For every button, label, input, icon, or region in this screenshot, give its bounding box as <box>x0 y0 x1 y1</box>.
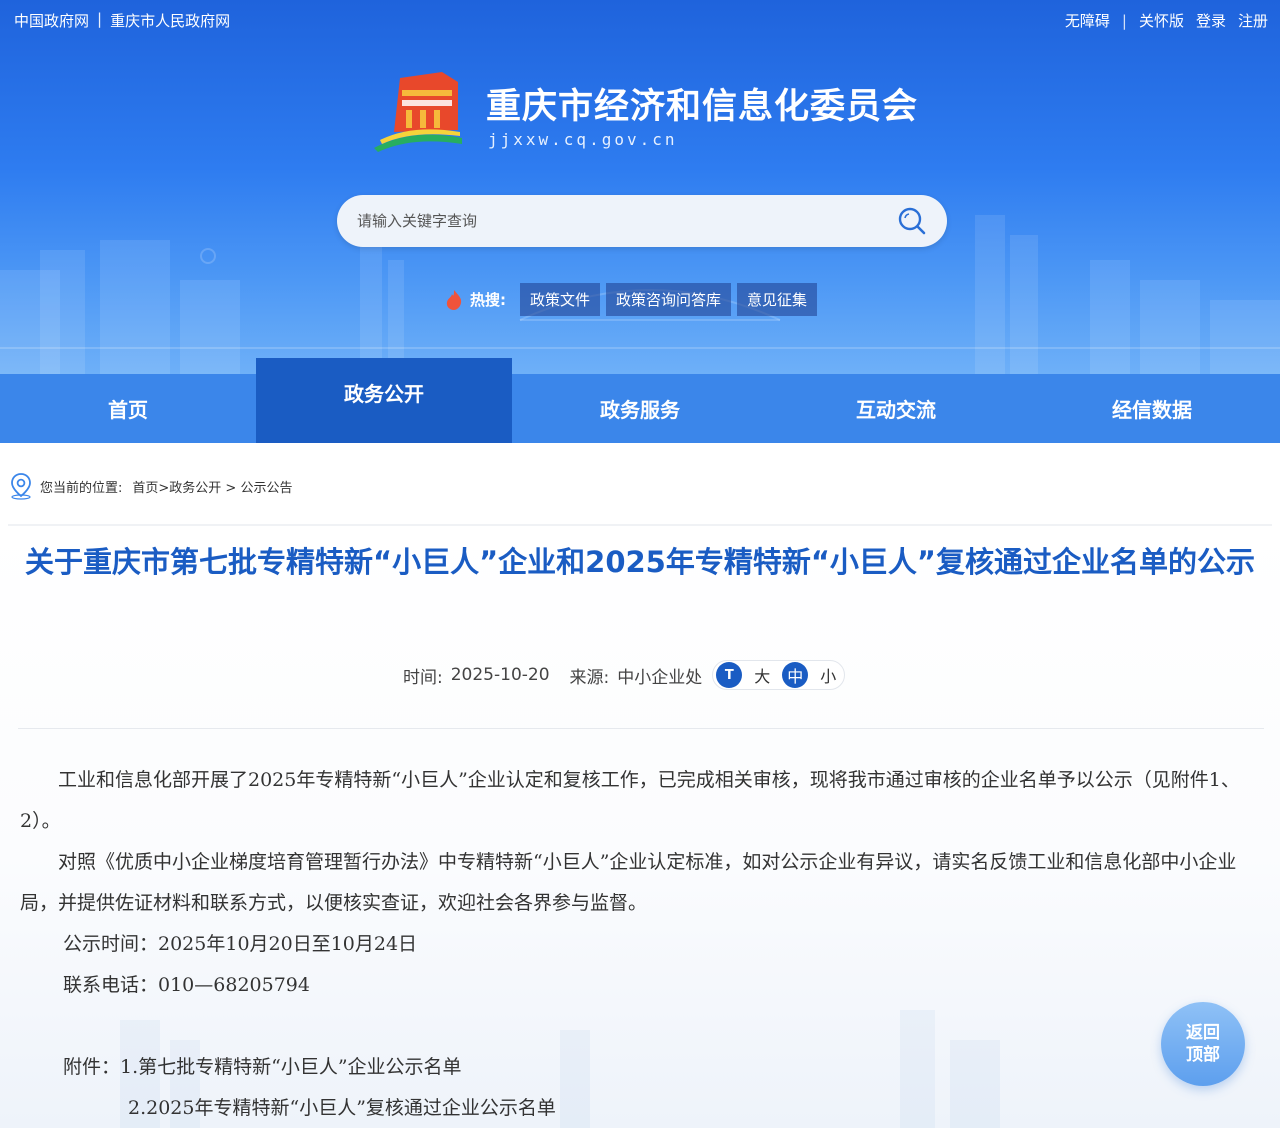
article-meta: 时间: 2025-10-20 来源: 中小企业处 T 大 中 小 <box>403 660 846 690</box>
nav-label: 首页 <box>108 398 148 422</box>
accessibility-link[interactable]: 无障碍 <box>1065 10 1110 31</box>
nav-item-gov-services[interactable]: 政务服务 <box>512 374 768 443</box>
nav-label: 政务服务 <box>600 398 680 422</box>
font-size-small[interactable]: 小 <box>820 663 836 687</box>
link-cq-gov[interactable]: 重庆市人民政府网 <box>110 10 230 31</box>
divider <box>18 728 1264 729</box>
topbar-left-links: 中国政府网 | 重庆市人民政府网 <box>14 10 230 31</box>
site-title: 重庆市经济和信息化委员会 <box>486 87 919 127</box>
flame-icon <box>446 289 462 310</box>
paragraph: 工业和信息化部开展了2025年专精特新“小巨人”企业认定和复核工作，已完成相关审… <box>20 769 1240 832</box>
time-label: 时间: <box>403 667 443 688</box>
site-url: jjxxw.cq.gov.cn <box>488 130 678 149</box>
source-value: 中小企业处 <box>617 667 703 688</box>
divider <box>8 524 1272 526</box>
back-to-top-line1: 返回 <box>1186 1023 1220 1043</box>
register-link[interactable]: 注册 <box>1238 10 1268 31</box>
font-size-icon: T <box>716 662 743 688</box>
search-icon[interactable] <box>897 206 927 236</box>
article-body: 工业和信息化部开展了2025年专精特新“小巨人”企业认定和复核工作，已完成相关审… <box>20 760 1264 1128</box>
hot-tag-policy-docs[interactable]: 政策文件 <box>520 283 601 316</box>
paragraph: 对照《优质中小企业梯度培育管理暂行办法》中专精特新“小巨人”企业认定标准，如对公… <box>20 851 1237 914</box>
care-mode-link[interactable]: 关怀版 <box>1139 10 1184 31</box>
city-skyline-illustration <box>0 215 1280 374</box>
font-size-switcher: T 大 中 小 <box>712 660 846 690</box>
article-title: 关于重庆市第七批专精特新“小巨人”企业和2025年专精特新“小巨人”复核通过企业… <box>25 545 1255 579</box>
back-to-top-button[interactable]: 返回 顶部 <box>1161 1002 1245 1086</box>
nav-label: 经信数据 <box>1112 398 1192 422</box>
link-gov-cn[interactable]: 中国政府网 <box>14 10 89 31</box>
source-label: 来源: <box>569 667 610 688</box>
hot-search-label: 热搜: <box>470 291 506 309</box>
site-logo-icon[interactable] <box>372 70 464 152</box>
attachment-link-2[interactable]: 2.2025年专精特新“小巨人”复核通过企业公示名单 <box>20 1088 1264 1128</box>
nav-label: 政务公开 <box>344 382 424 406</box>
main-nav: 首页 政务公开 政务服务 互动交流 经信数据 <box>0 358 1280 443</box>
hot-tag-opinions[interactable]: 意见征集 <box>737 283 818 316</box>
nav-item-interaction[interactable]: 互动交流 <box>768 374 1024 443</box>
separator: | <box>1121 11 1127 30</box>
login-link[interactable]: 登录 <box>1196 10 1226 31</box>
contact-phone: 联系电话：010—68205794 <box>63 974 310 996</box>
nav-label: 互动交流 <box>856 398 936 422</box>
site-header: 中国政府网 | 重庆市人民政府网 无障碍 | 关怀版 登录 注册 重庆市经济和信… <box>0 0 1280 374</box>
nav-item-home[interactable]: 首页 <box>0 374 256 443</box>
nav-item-gov-affairs-open[interactable]: 政务公开 <box>256 358 512 443</box>
font-size-medium[interactable]: 中 <box>782 662 809 688</box>
nav-item-data[interactable]: 经信数据 <box>1024 374 1280 443</box>
location-pin-icon <box>11 473 31 500</box>
hot-tag-policy-qa[interactable]: 政策咨询问答库 <box>606 283 732 316</box>
font-size-large[interactable]: 大 <box>754 663 770 687</box>
search-input[interactable] <box>357 212 897 230</box>
breadcrumb-path[interactable]: 首页>政务公开 > 公示公告 <box>132 477 292 496</box>
breadcrumb-label: 您当前的位置: <box>40 480 123 496</box>
breadcrumb: 您当前的位置: 首页>政务公开 > 公示公告 <box>8 472 292 500</box>
publish-time: 2025-10-20 <box>450 665 550 685</box>
attachment-link-1[interactable]: 附件：1.第七批专精特新“小巨人”企业公示名单 <box>20 1047 1264 1088</box>
notice-time: 公示时间：2025年10月20日至10月24日 <box>63 933 418 955</box>
topbar-right-links: 无障碍 | 关怀版 登录 注册 <box>1065 10 1268 31</box>
back-to-top-line2: 顶部 <box>1186 1045 1220 1065</box>
separator: | <box>97 10 103 28</box>
hot-search: 热搜: 政策文件 政策咨询问答库 意见征集 <box>444 283 818 316</box>
search-bar <box>337 195 947 247</box>
